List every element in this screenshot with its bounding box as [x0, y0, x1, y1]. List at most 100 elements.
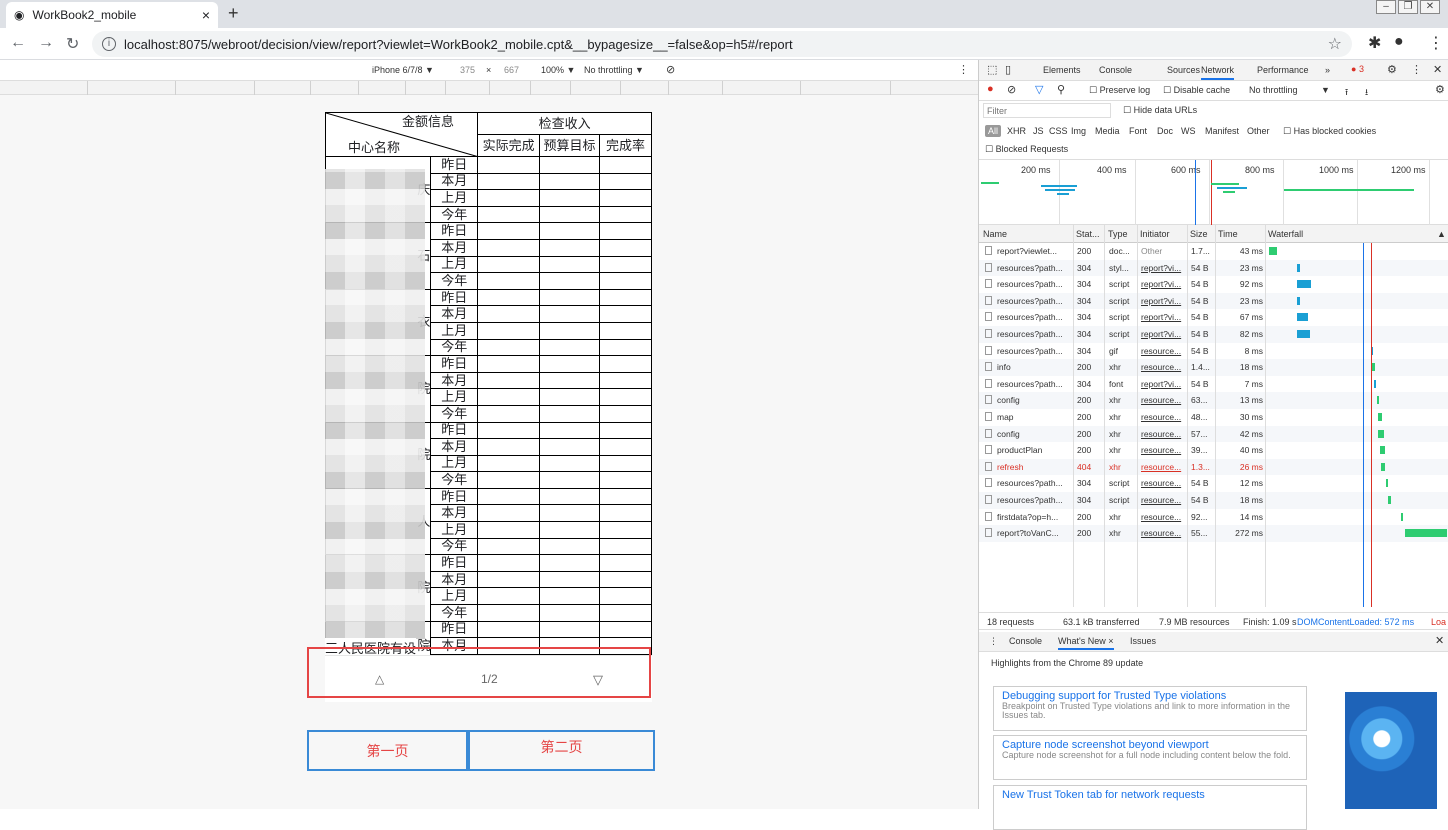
extensions-icon[interactable]: ✱ — [1368, 33, 1381, 53]
forward-icon[interactable]: → — [38, 34, 54, 52]
column-header[interactable]: Name — [983, 229, 1007, 239]
whats-new-card[interactable]: New Trust Token tab for network requests — [993, 785, 1307, 830]
type-filter-all[interactable]: All — [985, 125, 1002, 137]
has-blocked-cookies-checkbox[interactable]: ☐ Has blocked cookies — [1283, 126, 1376, 137]
request-initiator[interactable]: Other — [1141, 246, 1185, 256]
request-initiator[interactable]: resource... — [1141, 346, 1185, 356]
type-filter-other[interactable]: Other — [1247, 126, 1270, 136]
request-row[interactable]: resources?path... 304 script report?vi... 54… — [979, 309, 1448, 326]
minimize-icon[interactable]: – — [1376, 0, 1396, 14]
request-row[interactable]: refresh 404 xhr resource... 1.3... 26 ms — [979, 458, 1448, 476]
zoom-select[interactable]: 100% ▼ — [541, 65, 575, 75]
column-header[interactable]: Waterfall — [1268, 229, 1303, 239]
request-initiator[interactable]: report?vi... — [1141, 379, 1185, 389]
height-input[interactable]: 667 — [504, 65, 519, 75]
column-header[interactable]: Type — [1108, 229, 1128, 239]
restore-icon[interactable]: ❐ — [1398, 0, 1418, 14]
throttling-select[interactable]: No throttling — [1249, 85, 1298, 95]
devtools-close-icon[interactable]: ✕ — [1433, 63, 1442, 76]
blocked-requests-checkbox[interactable]: ☐ Blocked Requests — [985, 144, 1068, 155]
new-tab-button[interactable]: + — [228, 3, 239, 24]
info-icon[interactable]: i — [102, 37, 116, 51]
card-title[interactable]: New Trust Token tab for network requests — [1002, 789, 1298, 801]
disable-cache-checkbox[interactable]: ☐ Disable cache — [1163, 85, 1230, 96]
type-filter-img[interactable]: Img — [1071, 126, 1086, 136]
column-header[interactable]: Time — [1218, 229, 1238, 239]
request-row[interactable]: resources?path... 304 script resource... 54 … — [979, 492, 1448, 509]
record-icon[interactable]: ● — [987, 83, 994, 95]
request-row[interactable]: resources?path... 304 gif resource... 54 B 8 … — [979, 343, 1448, 360]
menu-icon[interactable]: ⋮ — [1428, 33, 1444, 53]
type-filter-xhr[interactable]: XHR — [1007, 126, 1026, 136]
request-initiator[interactable]: resource... — [1141, 362, 1185, 372]
request-row[interactable]: resources?path... 304 script report?vi... 54… — [979, 276, 1448, 293]
request-row[interactable]: resources?path... 304 script report?vi... 54… — [979, 326, 1448, 343]
request-row[interactable]: resources?path... 304 styl... report?vi... 5… — [979, 259, 1448, 277]
network-settings-icon[interactable]: ⚙ — [1435, 83, 1445, 96]
throttle-select[interactable]: No throttling ▼ — [584, 65, 644, 75]
request-initiator[interactable]: resource... — [1141, 478, 1185, 488]
request-initiator[interactable]: report?vi... — [1141, 329, 1185, 339]
request-initiator[interactable]: report?vi... — [1141, 263, 1185, 273]
request-row[interactable]: firstdata?op=h... 200 xhr resource... 92... 1… — [979, 509, 1448, 526]
devtools-menu-icon[interactable]: ⋮ — [1411, 63, 1422, 76]
request-row[interactable]: config 200 xhr resource... 57... 42 ms — [979, 425, 1448, 443]
request-initiator[interactable]: report?vi... — [1141, 279, 1185, 289]
filter-icon[interactable]: ▽ — [1035, 83, 1043, 96]
request-initiator[interactable]: resource... — [1141, 512, 1185, 522]
request-initiator[interactable]: resource... — [1141, 462, 1185, 472]
column-header[interactable]: Stat... — [1076, 229, 1100, 239]
request-initiator[interactable]: resource... — [1141, 528, 1185, 538]
error-badge[interactable]: ● 3 — [1351, 64, 1364, 74]
request-initiator[interactable]: resource... — [1141, 429, 1185, 439]
request-row[interactable]: resources?path... 304 font report?vi... 54 B… — [979, 376, 1448, 393]
request-row[interactable]: map 200 xhr resource... 48... 30 ms — [979, 409, 1448, 426]
type-filter-ws[interactable]: WS — [1181, 126, 1196, 136]
request-row[interactable]: config 200 xhr resource... 63... 13 ms — [979, 392, 1448, 409]
request-row[interactable]: productPlan 200 xhr resource... 39... 40 ms — [979, 442, 1448, 459]
close-window-icon[interactable]: ✕ — [1420, 0, 1440, 14]
request-initiator[interactable]: resource... — [1141, 395, 1185, 405]
type-filter-js[interactable]: JS — [1033, 126, 1044, 136]
request-initiator[interactable]: report?vi... — [1141, 312, 1185, 322]
back-icon[interactable]: ← — [10, 34, 26, 52]
devtools-tab-performance[interactable]: Performance — [1257, 65, 1309, 75]
omnibox[interactable]: i localhost:8075/webroot/decision/view/r… — [92, 31, 1352, 57]
device-select[interactable]: iPhone 6/7/8 ▼ — [372, 65, 434, 75]
devtools-tab-sources[interactable]: Sources — [1167, 65, 1200, 75]
devtools-tab-network[interactable]: Network — [1201, 65, 1235, 80]
drawer-tab-whats-new[interactable]: What's New × — [1058, 636, 1114, 650]
devtools-tab-[interactable]: » — [1325, 65, 1330, 75]
request-row[interactable]: info 200 xhr resource... 1.4... 18 ms — [979, 359, 1448, 376]
devtools-tab-console[interactable]: Console — [1099, 65, 1132, 75]
request-row[interactable]: report?viewlet... 200 doc... Other 1.7... 43 … — [979, 243, 1448, 260]
type-filter-doc[interactable]: Doc — [1157, 126, 1173, 136]
drawer-tab-issues[interactable]: Issues — [1130, 636, 1156, 646]
reload-icon[interactable]: ↻ — [66, 34, 79, 54]
request-initiator[interactable]: resource... — [1141, 495, 1185, 505]
rotate-icon[interactable]: ⊘ — [666, 63, 675, 76]
type-filter-media[interactable]: Media — [1095, 126, 1120, 136]
type-filter-font[interactable]: Font — [1129, 126, 1147, 136]
preserve-log-checkbox[interactable]: ☐ Preserve log — [1089, 85, 1150, 96]
settings-icon[interactable]: ⚙ — [1387, 63, 1397, 76]
column-header[interactable]: Initiator — [1140, 229, 1170, 239]
bookmark-star-icon[interactable]: ☆ — [1328, 34, 1342, 54]
request-initiator[interactable]: resource... — [1141, 412, 1185, 422]
whats-new-card[interactable]: Debugging support for Trusted Type viola… — [993, 686, 1307, 731]
request-row[interactable]: resources?path... 304 script resource... 54 … — [979, 475, 1448, 492]
drawer-menu-icon[interactable]: ⋮ — [989, 636, 998, 647]
drawer-tab-console[interactable]: Console — [1009, 636, 1042, 646]
request-initiator[interactable]: resource... — [1141, 445, 1185, 455]
request-row[interactable]: report?toVanC... 200 xhr resource... 55... 27… — [979, 525, 1448, 542]
device-toggle-icon[interactable]: ▯ — [1005, 63, 1011, 76]
browser-tab[interactable]: ◉ WorkBook2_mobile × — [6, 2, 218, 28]
close-tab-icon[interactable]: × — [202, 7, 210, 23]
profile-icon[interactable]: ● — [1394, 33, 1404, 51]
import-icon[interactable]: ⭱ — [1345, 85, 1348, 101]
request-initiator[interactable]: report?vi... — [1141, 296, 1185, 306]
drawer-close-icon[interactable]: ✕ — [1435, 634, 1444, 647]
type-filter-css[interactable]: CSS — [1049, 126, 1068, 136]
devtools-tab-elements[interactable]: Elements — [1043, 65, 1081, 75]
search-icon[interactable]: ⚲ — [1057, 83, 1065, 96]
